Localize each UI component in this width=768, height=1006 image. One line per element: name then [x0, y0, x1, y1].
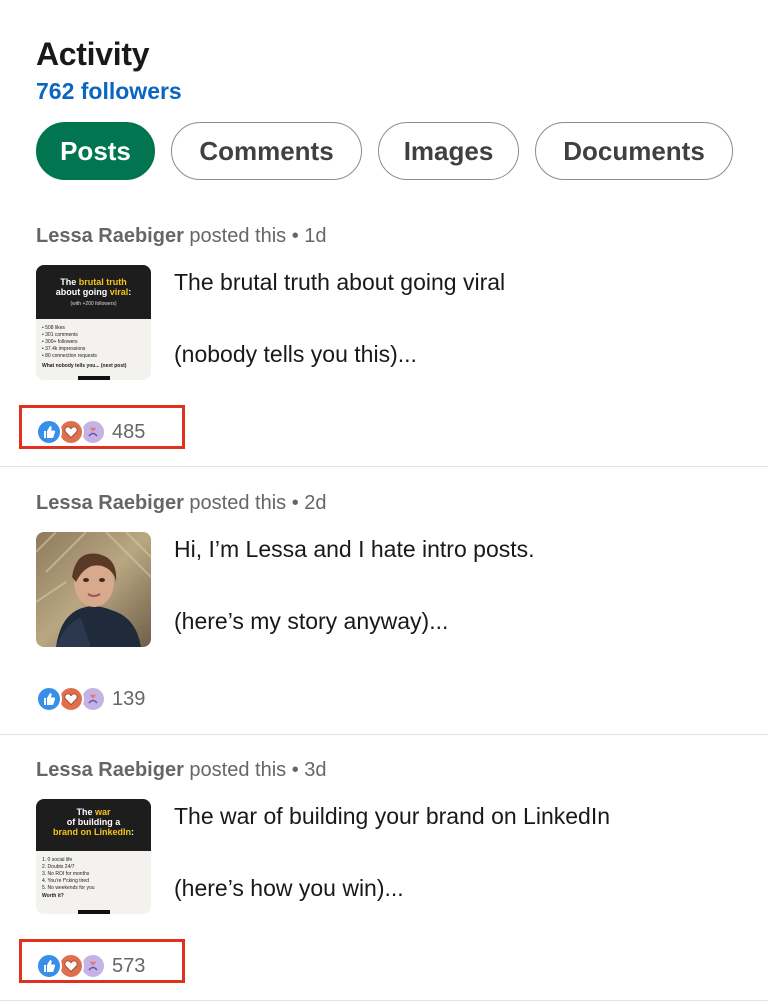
post-thumbnail[interactable]: The war of building a brand on LinkedIn:… [36, 799, 151, 914]
thumb-title-e: : [131, 827, 134, 837]
post-text-line2: (nobody tells you this)... [174, 341, 417, 367]
post-author[interactable]: Lessa Raebiger [36, 492, 184, 514]
thumb-title-a: The [76, 807, 95, 817]
thumb-footer: Worth it? [42, 893, 64, 899]
thumb-title-b: brutal truth [78, 277, 127, 287]
thumb-footer: What nobody tells you... (next post) [42, 363, 127, 369]
thumb-title-c: of building a [66, 817, 121, 827]
thumb-list-item: • 508 likes [42, 325, 65, 331]
like-reaction-icon [36, 953, 62, 979]
thumb-list-item: 5. No weekends for you [42, 885, 95, 891]
post-thumbnail[interactable]: The brutal truth about going viral: (wit… [36, 265, 151, 380]
post-text[interactable]: The brutal truth about going viral (nobo… [174, 267, 505, 369]
post-text-line1: The war of building your brand on Linked… [174, 803, 611, 829]
post-age: 3d [304, 759, 327, 781]
thumb-list-item: 2. Doubts 24/7 [42, 864, 75, 870]
post-action: posted this [189, 492, 287, 514]
reactions-summary[interactable]: 573 [19, 939, 185, 983]
post-meta: Lessa Raebiger posted this • 1d [36, 225, 327, 248]
post-age: 2d [304, 492, 327, 514]
thumb-list-item: 1. 0 social life [42, 857, 73, 863]
thumb-list-item: 4. You’re f*cking tired [42, 878, 89, 884]
separator-dot: • [291, 492, 299, 514]
thumb-list-item: 3. No ROI for months [42, 871, 90, 877]
page-title: Activity [36, 36, 150, 72]
reaction-count[interactable]: 139 [112, 688, 145, 711]
post-author[interactable]: Lessa Raebiger [36, 759, 184, 781]
post-text-line2: (here’s how you win)... [174, 875, 404, 901]
thumb-title-b: war [95, 807, 111, 817]
thumb-title-c: about going [55, 287, 110, 297]
separator-dot: • [291, 225, 299, 247]
tab-comments[interactable]: Comments [171, 122, 362, 180]
post-text-line1: Hi, I’m Lessa and I hate intro posts. [174, 536, 535, 562]
post-meta: Lessa Raebiger posted this • 2d [36, 492, 327, 515]
post-text[interactable]: The war of building your brand on Linked… [174, 801, 610, 903]
followers-link[interactable]: 762 followers [36, 76, 182, 106]
activity-tabs: Posts Comments Images Documents [36, 122, 733, 180]
tab-documents[interactable]: Documents [535, 122, 733, 180]
post-text-line1: The brutal truth about going viral [174, 269, 506, 295]
thumb-title-a: The [60, 277, 79, 287]
post-text-line2: (here’s my story anyway)... [174, 608, 449, 634]
post-author[interactable]: Lessa Raebiger [36, 225, 184, 247]
thumb-list-item: • 80 connection requests [42, 353, 97, 359]
activity-header: Activity 762 followers [36, 34, 182, 106]
tab-posts[interactable]: Posts [36, 122, 155, 180]
post-age: 1d [304, 225, 327, 247]
post-thumbnail-photo[interactable] [36, 532, 151, 647]
divider [0, 1000, 768, 1001]
reactions-summary[interactable]: 139 [36, 686, 145, 712]
like-reaction-icon [36, 419, 62, 445]
divider [0, 466, 768, 467]
thumb-list-item: • 301 comments [42, 332, 78, 338]
reactions-summary[interactable]: 485 [19, 405, 185, 449]
thumb-title-d: viral [109, 287, 129, 297]
thumb-list-item: • 37.4k impressions [42, 346, 86, 352]
thumb-list-item: • 300+ followers [42, 339, 78, 345]
thumb-title-d: brand on LinkedIn [53, 827, 131, 837]
thumb-title-e: : [128, 287, 132, 297]
thumb-subtitle: (with +200 followers) [70, 301, 117, 307]
separator-dot: • [291, 759, 299, 781]
like-reaction-icon [36, 686, 62, 712]
tab-images[interactable]: Images [378, 122, 519, 180]
divider [0, 734, 768, 735]
post-action: posted this [189, 225, 287, 247]
post-text[interactable]: Hi, I’m Lessa and I hate intro posts. (h… [174, 534, 535, 636]
post-meta: Lessa Raebiger posted this • 3d [36, 759, 327, 782]
post-action: posted this [189, 759, 287, 781]
